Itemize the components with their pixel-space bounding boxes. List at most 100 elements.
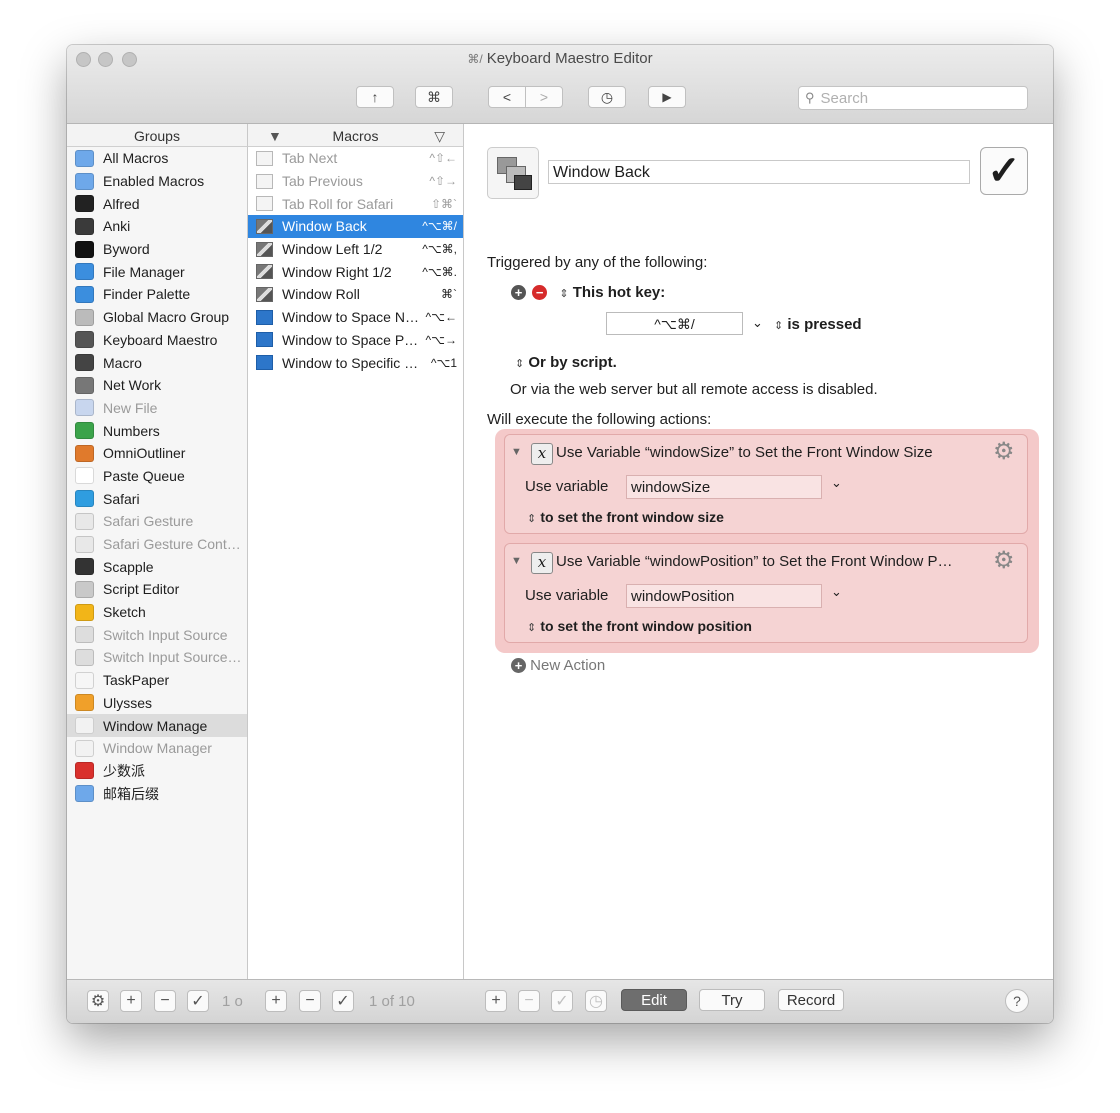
macro-item[interactable]: Tab Next ^⇧← bbox=[248, 147, 463, 170]
remove-action-button[interactable]: − bbox=[518, 990, 540, 1012]
macro-enabled-checkbox[interactable]: ✓ bbox=[980, 147, 1028, 195]
group-item[interactable]: TaskPaper bbox=[67, 669, 247, 692]
help-icon: ? bbox=[1013, 993, 1021, 1009]
group-item[interactable]: Safari Gesture bbox=[67, 510, 247, 533]
filter-triangle-icon[interactable]: ▽ bbox=[434, 124, 445, 148]
groups-count: 1 o bbox=[222, 993, 243, 1010]
macro-item[interactable]: Tab Roll for Safari ⇧⌘` bbox=[248, 192, 463, 215]
macros-list[interactable]: Tab Next ^⇧← Tab Previous ^⇧→ Tab Roll for S… bbox=[248, 147, 464, 980]
search-icon: ⚲ bbox=[805, 90, 815, 105]
group-item[interactable]: Enabled Macros bbox=[67, 170, 247, 193]
macro-item[interactable]: Window to Space Pr… ^⌥→ bbox=[248, 329, 463, 352]
hotkey-mode-select[interactable]: ⇕ is pressed bbox=[774, 316, 862, 333]
group-item[interactable]: Macro bbox=[67, 351, 247, 374]
hotkey-field[interactable]: ^⌥⌘/ bbox=[606, 312, 743, 335]
macros-header[interactable]: ▼ Macros ▽ bbox=[248, 124, 464, 147]
groups-header[interactable]: Groups bbox=[67, 124, 248, 147]
add-trigger-icon[interactable]: + bbox=[511, 285, 526, 300]
search-input[interactable]: ⚲ Search bbox=[798, 86, 1028, 110]
gear-icon[interactable]: ⚙ bbox=[993, 437, 1015, 466]
macro-item[interactable]: Window Right 1/2 ^⌥⌘. bbox=[248, 260, 463, 283]
group-item[interactable]: Alfred bbox=[67, 192, 247, 215]
group-item[interactable]: Numbers bbox=[67, 419, 247, 442]
group-item[interactable]: 少数派 bbox=[67, 760, 247, 783]
new-action-button[interactable]: + New Action bbox=[511, 657, 605, 674]
group-icon bbox=[75, 694, 94, 712]
group-item[interactable]: File Manager bbox=[67, 260, 247, 283]
group-item[interactable]: Byword bbox=[67, 238, 247, 261]
target-select[interactable]: ⇕ to set the front window size bbox=[527, 509, 724, 526]
group-item[interactable]: Anki bbox=[67, 215, 247, 238]
enable-group-button[interactable]: ✓ bbox=[187, 990, 209, 1012]
record-button[interactable]: Record bbox=[778, 989, 844, 1011]
share-button[interactable]: ↑ bbox=[356, 86, 394, 108]
group-item[interactable]: Switch Input Source… bbox=[67, 646, 247, 669]
variable-dropdown-chevron-icon[interactable]: ⌄ bbox=[831, 475, 842, 491]
variable-dropdown-chevron-icon[interactable]: ⌄ bbox=[831, 584, 842, 600]
group-item[interactable]: Paste Queue bbox=[67, 465, 247, 488]
group-item[interactable]: Safari Gesture Contr… bbox=[67, 533, 247, 556]
group-item[interactable]: Keyboard Maestro bbox=[67, 329, 247, 352]
forward-button[interactable]: > bbox=[525, 86, 563, 108]
macro-item[interactable]: Window to Space N… ^⌥← bbox=[248, 306, 463, 329]
try-button[interactable]: Try bbox=[699, 989, 765, 1011]
updown-icon: ⇕ bbox=[515, 358, 525, 370]
group-settings-button[interactable]: ⚙ bbox=[87, 990, 109, 1012]
group-item[interactable]: All Macros bbox=[67, 147, 247, 170]
disclosure-triangle-icon[interactable]: ▼ bbox=[511, 446, 522, 458]
group-item[interactable]: Window Manage bbox=[67, 714, 247, 737]
variable-name-field[interactable]: windowSize bbox=[626, 475, 822, 499]
group-item[interactable]: Scapple bbox=[67, 555, 247, 578]
group-item[interactable]: Script Editor bbox=[67, 578, 247, 601]
group-label: Finder Palette bbox=[103, 286, 191, 303]
edit-button[interactable]: Edit bbox=[621, 989, 687, 1011]
group-item[interactable]: Switch Input Source bbox=[67, 623, 247, 646]
by-script-select[interactable]: ⇕ Or by script. bbox=[515, 354, 617, 371]
macro-item[interactable]: Window Back ^⌥⌘/ bbox=[248, 215, 463, 238]
groups-list[interactable]: All Macros Enabled Macros Alfred Anki Byword… bbox=[67, 147, 248, 980]
add-group-button[interactable]: + bbox=[120, 990, 142, 1012]
action-set-window-size[interactable]: ▼ 𝑥 Use Variable “windowSize” to Set the… bbox=[504, 434, 1028, 534]
disclosure-triangle-icon[interactable]: ▼ bbox=[511, 555, 522, 567]
command-button[interactable]: ⌘ bbox=[415, 86, 453, 108]
group-item[interactable]: OmniOutliner bbox=[67, 442, 247, 465]
macro-icon-well[interactable] bbox=[487, 147, 539, 199]
add-macro-button[interactable]: + bbox=[265, 990, 287, 1012]
history-button[interactable]: ◷ bbox=[588, 86, 626, 108]
macro-name-field[interactable]: Window Back bbox=[548, 160, 970, 184]
remove-trigger-icon[interactable]: − bbox=[532, 285, 548, 300]
hotkey-dropdown-chevron-icon[interactable]: ⌄ bbox=[752, 315, 763, 331]
remove-macro-button[interactable]: − bbox=[299, 990, 321, 1012]
group-item[interactable]: Global Macro Group bbox=[67, 306, 247, 329]
group-item[interactable]: Finder Palette bbox=[67, 283, 247, 306]
macro-item[interactable]: Window Left 1/2 ^⌥⌘, bbox=[248, 238, 463, 261]
back-button[interactable]: < bbox=[488, 86, 526, 108]
macro-label: Window Back bbox=[282, 218, 367, 235]
help-button[interactable]: ? bbox=[1005, 989, 1029, 1013]
gear-icon[interactable]: ⚙ bbox=[993, 546, 1015, 575]
group-item[interactable]: Safari bbox=[67, 487, 247, 510]
macro-item[interactable]: Window Roll ⌘` bbox=[248, 283, 463, 306]
group-item[interactable]: Net Work bbox=[67, 374, 247, 397]
macro-item[interactable]: Tab Previous ^⇧→ bbox=[248, 170, 463, 193]
group-item[interactable]: Window Manager bbox=[67, 737, 247, 760]
group-item[interactable]: 邮箱后缀 bbox=[67, 782, 247, 805]
remove-group-button[interactable]: − bbox=[154, 990, 176, 1012]
schedule-button[interactable]: ◷ bbox=[585, 990, 607, 1012]
action-set-window-position[interactable]: ▼ 𝑥 Use Variable “windowPosition” to Set… bbox=[504, 543, 1028, 643]
group-item[interactable]: New File bbox=[67, 397, 247, 420]
run-button[interactable]: ▶ bbox=[648, 86, 686, 108]
group-item[interactable]: Ulysses bbox=[67, 692, 247, 715]
check-icon: ✓ bbox=[987, 149, 1021, 193]
sort-triangle-icon[interactable]: ▼ bbox=[268, 124, 282, 148]
enable-action-button[interactable]: ✓ bbox=[551, 990, 573, 1012]
add-action-button[interactable]: + bbox=[485, 990, 507, 1012]
group-item[interactable]: Sketch bbox=[67, 601, 247, 624]
enable-macro-button[interactable]: ✓ bbox=[332, 990, 354, 1012]
updown-icon[interactable]: ⇕ bbox=[559, 288, 568, 300]
variable-name-field[interactable]: windowPosition bbox=[626, 584, 822, 608]
target-select[interactable]: ⇕ to set the front window position bbox=[527, 618, 752, 635]
macro-item[interactable]: Window to Specific S… ^⌥1 bbox=[248, 351, 463, 374]
group-icon bbox=[75, 512, 94, 530]
group-icon bbox=[75, 172, 94, 190]
